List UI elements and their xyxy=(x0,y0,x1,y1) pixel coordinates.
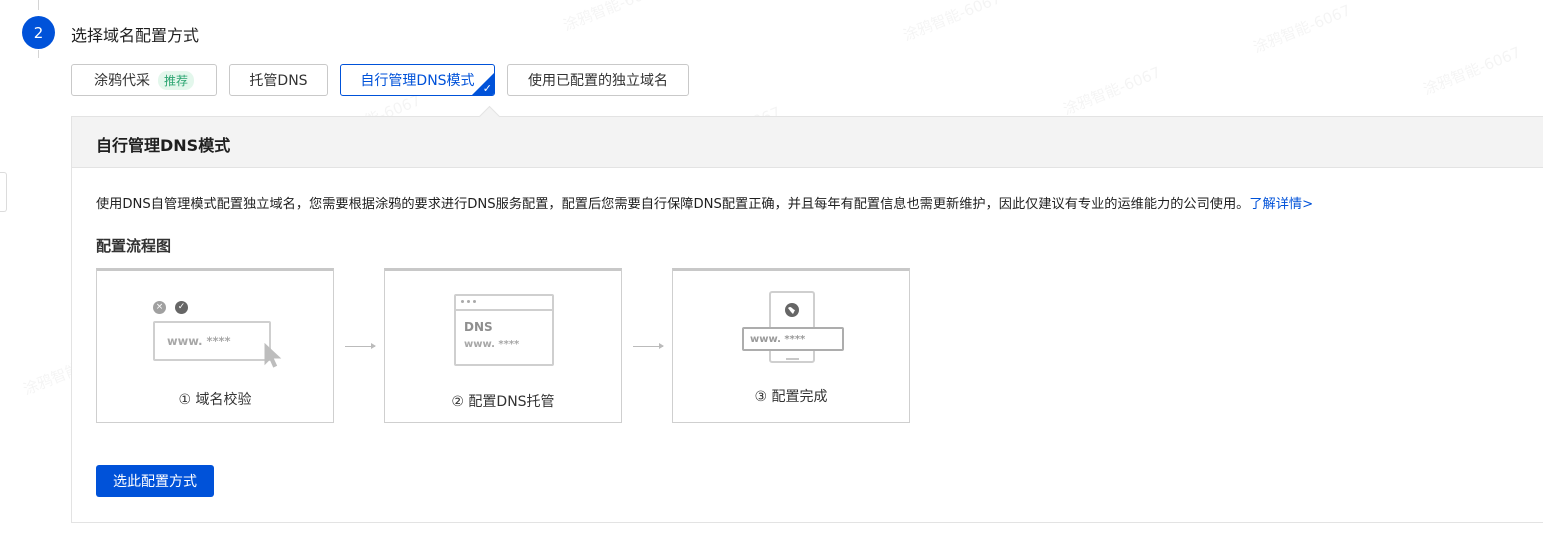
flow-step-dns-hosting: DNS www. **** ② 配置DNS托管 xyxy=(384,268,622,423)
description: 使用DNS自管理模式配置独立域名，您需要根据涂鸦的要求进行DNS服务配置，配置后… xyxy=(96,193,1313,212)
step-connector-bottom xyxy=(38,50,39,58)
panel-header: 自行管理DNS模式 xyxy=(72,117,1543,168)
check-circle-icon: ✓ xyxy=(175,301,188,314)
browser-window-illustration: DNS www. **** xyxy=(454,294,554,366)
domain-input-illustration: www. **** xyxy=(153,321,271,361)
select-config-button[interactable]: 选此配置方式 xyxy=(96,465,214,497)
tab-hosted-dns[interactable]: 托管DNS xyxy=(229,64,328,96)
flow-step-label: ① 域名校验 xyxy=(178,392,252,408)
watermark-text: 涂鸦智能-6067 xyxy=(560,0,664,36)
learn-more-link[interactable]: 了解详情> xyxy=(1249,197,1313,212)
dns-label: DNS xyxy=(464,320,493,334)
watermark-text: 涂鸦智能-6067 xyxy=(1060,61,1164,119)
flow-title: 配置流程图 xyxy=(96,237,172,255)
tab-tuya-purchase[interactable]: 涂鸦代采 推荐 xyxy=(71,64,217,96)
tab-existing-domain[interactable]: 使用已配置的独立域名 xyxy=(507,64,689,96)
config-detail-panel: 自行管理DNS模式 使用DNS自管理模式配置独立域名，您需要根据涂鸦的要求进行D… xyxy=(71,105,1543,523)
checkmark-icon: ✓ xyxy=(482,82,492,95)
dns-domain-text: www. **** xyxy=(464,339,520,350)
watermark-text: 涂鸦智能-6067 xyxy=(1250,0,1354,58)
divider xyxy=(786,358,799,360)
description-text: 使用DNS自管理模式配置独立域名，您需要根据涂鸦的要求进行DNS服务配置，配置后… xyxy=(96,197,1250,212)
flow-step-label: ③ 配置完成 xyxy=(754,389,828,405)
close-circle-icon: × xyxy=(153,301,166,314)
step-connector-top xyxy=(38,0,39,10)
tab-label: 使用已配置的独立域名 xyxy=(528,73,668,89)
flow-step-label: ② 配置DNS托管 xyxy=(451,394,555,410)
flow-step-domain-verify: × ✓ www. **** ① 域名校验 xyxy=(96,268,334,423)
collapsed-side-handle[interactable] xyxy=(0,172,7,212)
step-number-badge: 2 xyxy=(22,16,55,49)
watermark-text: 涂鸦智能-6067 xyxy=(1420,41,1524,99)
flow-arrow-icon xyxy=(345,343,376,349)
tab-label: 托管DNS xyxy=(249,73,308,89)
flow-step-complete: www. **** ③ 配置完成 xyxy=(672,268,910,423)
flow-arrow-icon xyxy=(633,343,664,349)
tab-self-managed-dns[interactable]: 自行管理DNS模式 ✓ xyxy=(340,64,495,96)
watermark-text: 涂鸦智能-6067 xyxy=(900,0,1004,46)
domain-bar-illustration: www. **** xyxy=(742,327,844,351)
tab-label: 涂鸦代采 xyxy=(93,73,150,89)
globe-icon xyxy=(785,303,799,317)
step-title: 选择域名配置方式 xyxy=(71,26,200,45)
tab-label: 自行管理DNS模式 xyxy=(360,73,475,89)
cursor-icon xyxy=(264,343,282,368)
recommended-badge: 推荐 xyxy=(157,70,194,90)
panel-title: 自行管理DNS模式 xyxy=(96,136,231,155)
